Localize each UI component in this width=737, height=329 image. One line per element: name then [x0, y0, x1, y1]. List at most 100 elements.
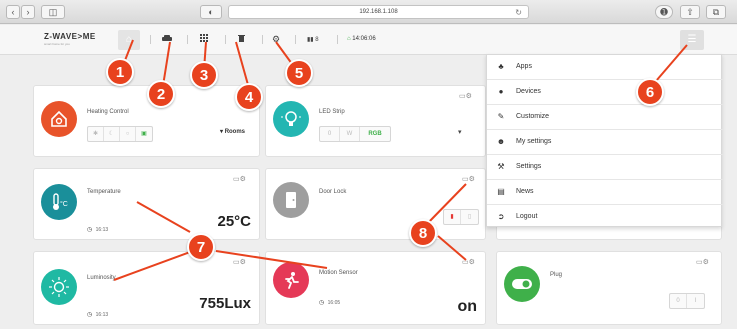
trash-icon[interactable]: ▭ [459, 93, 466, 100]
trash-icon[interactable]: ▭ [462, 176, 469, 183]
divider [225, 35, 226, 44]
plug-on-button[interactable]: I [687, 294, 704, 308]
widget-title: Door Lock [319, 189, 347, 195]
main-menu-button[interactable]: ☰ [680, 30, 704, 50]
menu-item-label: Devices [516, 88, 541, 95]
address-bar[interactable]: 192.168.1.108 ↻ [228, 5, 529, 19]
trash-icon[interactable]: ▭ [462, 259, 469, 266]
comfort-mode-button[interactable]: ○ [120, 127, 136, 141]
svg-text:°C: °C [60, 200, 68, 208]
callout-badge-3: 3 [190, 61, 218, 89]
house-icon [41, 101, 77, 137]
divider [337, 35, 338, 44]
gear-icon[interactable]: ⚙ [240, 259, 246, 266]
trash-icon[interactable]: ▭ [233, 176, 240, 183]
events-nav-button[interactable]: ⚙ [272, 34, 280, 45]
logout-icon: ➲ [497, 212, 505, 221]
led-off-button[interactable]: 0 [320, 127, 340, 141]
motion-value: on [457, 298, 477, 315]
plug-off-button[interactable]: 0 [670, 294, 687, 308]
main-menu-dropdown: ♣ Apps ● Devices ✎ Customize ☻ My settin… [486, 54, 723, 230]
widget-tools: ▭⚙ [233, 175, 246, 183]
unlock-button[interactable]: ▯ [461, 210, 478, 224]
lock-buttons: ▮ ▯ [443, 209, 479, 225]
plug-widget: Plug ▭⚙ 0 I [496, 251, 722, 325]
battery-status[interactable]: ▮▮ 8 [307, 36, 319, 43]
toggle-icon [504, 266, 540, 302]
menu-item-my-settings[interactable]: ☻ My settings [487, 130, 723, 155]
menu-item-apps[interactable]: ♣ Apps [487, 55, 723, 80]
gear-icon[interactable]: ⚙ [469, 176, 475, 183]
forward-button[interactable]: › [21, 5, 35, 19]
divider [150, 35, 151, 44]
menu-item-label: News [516, 188, 534, 195]
home-button[interactable]: ⌂ [118, 30, 140, 50]
callout-badge-6: 6 [636, 78, 664, 106]
reload-icon[interactable]: ↻ [515, 6, 522, 19]
bulb-icon [273, 101, 309, 137]
schedule-mode-button[interactable]: ▣ [136, 127, 152, 141]
lock-button[interactable]: ▮ [444, 210, 461, 224]
luminosity-widget: Luminosity ▭⚙ 755Lux ◷ 16:13 [33, 251, 260, 325]
bulb-icon: ● [498, 87, 504, 96]
led-rgb-button[interactable]: RGB [360, 127, 390, 141]
clock-icon: ◷ [87, 312, 93, 318]
logo-text: Z-WAVE>ME [44, 32, 96, 41]
led-buttons: 0 W RGB [319, 126, 391, 142]
menu-item-logout[interactable]: ➲ Logout [487, 205, 723, 230]
divider [262, 35, 263, 44]
menu-item-devices[interactable]: ● Devices [487, 80, 723, 105]
menu-item-settings[interactable]: ⚒ Settings [487, 155, 723, 180]
apps-icon: ♣ [498, 62, 504, 71]
menu-item-news[interactable]: ▤ News [487, 180, 723, 205]
battery-count: 8 [315, 37, 319, 43]
home-icon: ⌂ [125, 34, 133, 45]
widget-tools: ▭⚙ [462, 258, 475, 266]
rooms-nav-button[interactable] [200, 34, 208, 44]
heating-mode-buttons: ✱ ☾ ○ ▣ [87, 126, 153, 142]
news-icon: ▤ [497, 187, 505, 196]
callout-badge-1: 1 [106, 58, 134, 86]
gear-icon[interactable]: ⚙ [240, 176, 246, 183]
widget-title: Heating Control [87, 109, 129, 115]
plug-buttons: 0 I [669, 293, 705, 309]
trash-icon[interactable]: ▭ [233, 259, 240, 266]
time-text: 16:05 [327, 300, 341, 306]
browser-toolbar: ‹ › ◫ ◐ 192.168.1.108 ↻ ➊ ⇧ ⧉ [0, 0, 737, 24]
thermometer-icon: °C [41, 184, 77, 220]
night-mode-button[interactable]: ☾ [104, 127, 120, 141]
frost-mode-button[interactable]: ✱ [88, 127, 104, 141]
motion-sensor-widget: Motion Sensor ▭⚙ ◷ 16:05 on [265, 251, 486, 325]
updated-time: ◷ 16:13 [87, 226, 108, 233]
callout-badge-5: 5 [285, 59, 313, 87]
time-text: 16:13 [95, 312, 109, 318]
app-header: Z-WAVE>ME smart home for you ⌂ ⚙ ▮▮ 8 ⌂ … [0, 25, 737, 55]
devices-nav-button[interactable] [162, 34, 172, 44]
share-button[interactable]: ⇧ [680, 5, 700, 19]
led-white-button[interactable]: W [340, 127, 360, 141]
privacy-button[interactable]: ◐ [200, 5, 222, 19]
caret-down-icon[interactable]: ▾ [458, 128, 462, 136]
updated-time: ◷ 16:13 [87, 311, 108, 318]
widget-tools: ▭⚙ [696, 258, 709, 266]
downloads-button[interactable]: ➊ [655, 5, 673, 19]
z-wave-me-logo: Z-WAVE>ME smart home for you [44, 32, 96, 46]
elements-nav-button[interactable] [238, 34, 245, 44]
gear-icon[interactable]: ⚙ [469, 259, 475, 266]
temperature-widget: °C Temperature ▭⚙ 25°C ◷ 16:13 [33, 168, 260, 240]
running-person-icon [273, 262, 309, 298]
callout-badge-7: 7 [187, 233, 215, 261]
gear-icon[interactable]: ⚙ [466, 93, 472, 100]
gear-icon[interactable]: ⚙ [703, 259, 709, 266]
menu-item-customize[interactable]: ✎ Customize [487, 105, 723, 130]
sidebar-toggle-button[interactable]: ◫ [41, 5, 65, 19]
back-button[interactable]: ‹ [6, 5, 20, 19]
gears-icon: ⚙ [272, 34, 281, 44]
clock-icon: ◷ [319, 300, 325, 306]
rooms-dropdown[interactable]: ▾ Rooms [220, 128, 245, 135]
widget-tools: ▭⚙ [462, 175, 475, 183]
clock: ⌂ 14:06:06 [347, 36, 376, 42]
callout-badge-4: 4 [235, 83, 263, 111]
tabs-button[interactable]: ⧉ [706, 5, 726, 19]
trash-icon[interactable]: ▭ [696, 259, 703, 266]
